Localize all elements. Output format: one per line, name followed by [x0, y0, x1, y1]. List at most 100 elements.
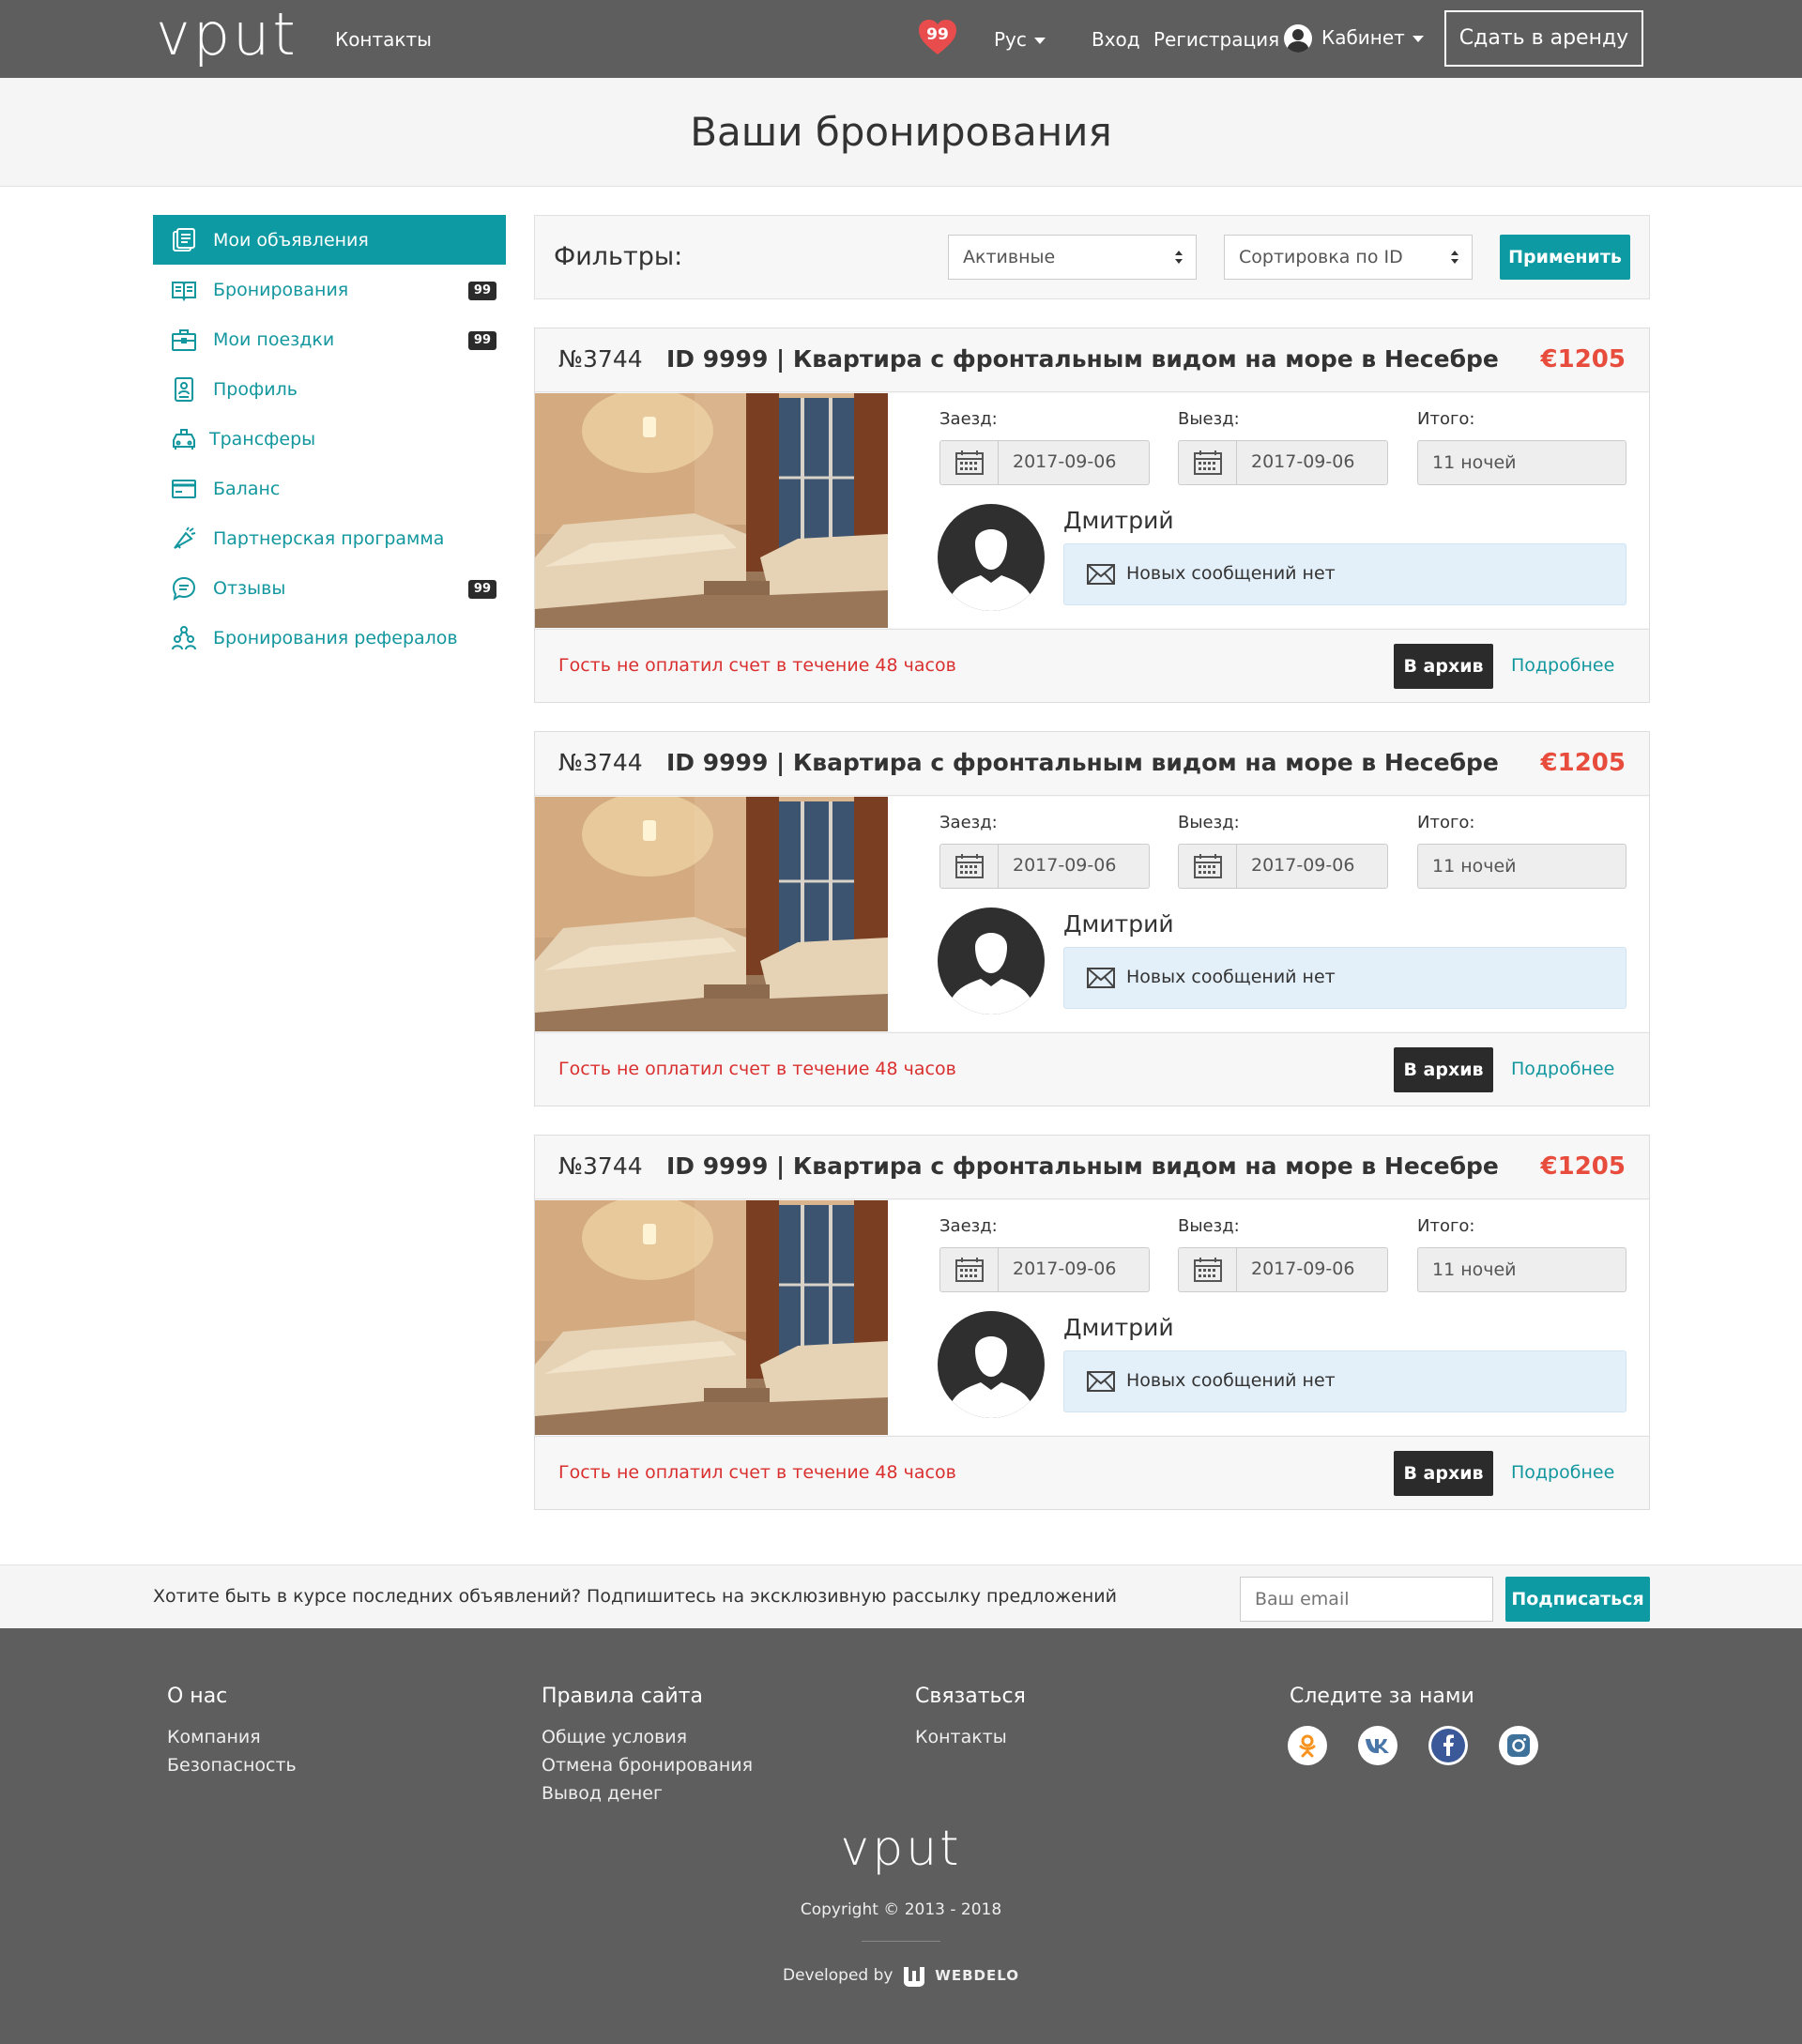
webdelo-logo-icon [903, 1967, 924, 1987]
taxi-icon [173, 429, 195, 450]
listing-photo[interactable] [535, 797, 888, 1031]
booking-card-header: №3744 ID 9999 | Квартира с фронтальным в… [535, 1136, 1649, 1199]
subscribe-button[interactable]: Подписаться [1505, 1577, 1650, 1622]
footer-divider [862, 1941, 940, 1942]
status-select[interactable]: Активные [948, 235, 1197, 280]
payment-warning: Гость не оплатил счет в течение 48 часов [558, 655, 956, 676]
vk-icon[interactable] [1358, 1726, 1397, 1765]
instagram-icon[interactable] [1499, 1726, 1538, 1765]
email-field[interactable] [1240, 1577, 1493, 1622]
favorites-count: 99 [926, 25, 949, 44]
messages-status: Новых сообщений нет [1126, 1370, 1336, 1391]
sidebar-item-bookings[interactable]: Бронирования 99 [153, 265, 506, 314]
booking-card-footer: Гость не оплатил счет в течение 48 часов… [535, 1436, 1649, 1509]
footer-heading: Правила сайта [542, 1685, 703, 1708]
sidebar-item-reviews[interactable]: Отзывы 99 [153, 563, 506, 613]
sidebar-item-transfers[interactable]: Трансферы [153, 414, 506, 464]
checkout-field[interactable]: 2017-09-06 [1178, 1247, 1388, 1292]
login-link[interactable]: Вход [1092, 27, 1140, 52]
messages-box[interactable]: Новых сообщений нет [1063, 947, 1626, 1009]
facebook-icon[interactable] [1428, 1726, 1468, 1765]
footer-link-contacts[interactable]: Контакты [915, 1723, 1026, 1751]
chat-icon [172, 576, 196, 602]
details-link[interactable]: Подробнее [1511, 655, 1614, 676]
checkout-field[interactable]: 2017-09-06 [1178, 440, 1388, 485]
listing-title[interactable]: ID 9999 | Квартира с фронтальным видом н… [666, 345, 1499, 373]
footer-col-rules: Правила сайта Общие условия Отмена брони… [542, 1685, 753, 1808]
sidebar-item-referral-bookings[interactable]: Бронирования рефералов [153, 613, 506, 663]
checkin-field[interactable]: 2017-09-06 [939, 1247, 1150, 1292]
favorites-button[interactable]: 99 [918, 19, 957, 56]
archive-button[interactable]: В архив [1394, 644, 1493, 689]
sidebar-item-partner-program[interactable]: Партнерская программа [153, 513, 506, 563]
register-link[interactable]: Регистрация [1153, 27, 1279, 52]
messages-box[interactable]: Новых сообщений нет [1063, 543, 1626, 605]
listing-title[interactable]: ID 9999 | Квартира с фронтальным видом н… [666, 749, 1499, 776]
footer-link-security[interactable]: Безопасность [167, 1751, 297, 1779]
booking-details: Заезд: Выезд: Итого: 2017-09-06 2017-09-… [888, 1200, 1649, 1435]
booking-card: №3744 ID 9999 | Квартира с фронтальным в… [534, 1135, 1650, 1510]
chevron-down-icon [1033, 38, 1046, 44]
copyright: Copyright © 2013 - 2018 [800, 1900, 1002, 1919]
developer-credit[interactable]: Developed by WEBDELO [0, 1963, 1802, 1988]
count-badge: 99 [467, 580, 496, 599]
apply-filters-button[interactable]: Применить [1500, 235, 1630, 280]
booking-card-header: №3744 ID 9999 | Квартира с фронтальным в… [535, 328, 1649, 392]
language-label: Рус [994, 28, 1027, 51]
chevron-down-icon [1412, 36, 1424, 42]
checkin-field[interactable]: 2017-09-06 [939, 844, 1150, 889]
archive-button[interactable]: В архив [1394, 1451, 1493, 1496]
messages-box[interactable]: Новых сообщений нет [1063, 1350, 1626, 1412]
booking-number: №3744 [558, 345, 643, 373]
checkin-field[interactable]: 2017-09-06 [939, 440, 1150, 485]
booking-card: №3744 ID 9999 | Квартира с фронтальным в… [534, 731, 1650, 1106]
booking-card-footer: Гость не оплатил счет в течение 48 часов… [535, 1032, 1649, 1106]
site-logo[interactable]: vput [156, 2, 298, 68]
footer-link-withdrawal[interactable]: Вывод денег [542, 1779, 753, 1808]
sidebar-item-my-trips[interactable]: Мои поездки 99 [153, 314, 506, 364]
footer-logo[interactable]: vput [0, 1821, 1802, 1877]
booking-card-footer: Гость не оплатил счет в течение 48 часов… [535, 629, 1649, 702]
sort-select[interactable]: Сортировка по ID [1224, 235, 1473, 280]
calendar-icon [1179, 1248, 1237, 1291]
sidebar-item-balance[interactable]: Баланс [153, 464, 506, 513]
total-nights-field: 11 ночей [1417, 844, 1626, 889]
megaphone-icon [174, 526, 196, 549]
details-link[interactable]: Подробнее [1511, 1462, 1614, 1483]
footer-link-company[interactable]: Компания [167, 1723, 297, 1751]
payment-warning: Гость не оплатил счет в течение 48 часов [558, 1462, 956, 1483]
calendar-icon [940, 1248, 999, 1291]
details-link[interactable]: Подробнее [1511, 1059, 1614, 1079]
suitcase-icon [172, 329, 196, 351]
sidebar-item-label: Трансферы [209, 428, 316, 450]
sidebar-item-label: Отзывы [213, 577, 286, 599]
listing-photo[interactable] [535, 1200, 888, 1435]
checkout-field[interactable]: 2017-09-06 [1178, 844, 1388, 889]
total-nights-field: 11 ночей [1417, 1247, 1626, 1292]
sidebar-item-my-listings[interactable]: Мои объявления [153, 215, 506, 265]
count-badge: 99 [467, 331, 496, 350]
total-label: Итого: [1417, 409, 1475, 429]
nav-contacts-link[interactable]: Контакты [335, 27, 432, 52]
guest-avatar [938, 908, 1045, 1014]
listing-photo[interactable] [535, 393, 888, 628]
footer-col-about: О нас Компания Безопасность [167, 1685, 297, 1779]
booking-number: №3744 [558, 749, 643, 776]
footer-link-terms[interactable]: Общие условия [542, 1723, 753, 1751]
user-avatar-icon[interactable] [1284, 24, 1312, 53]
odnoklassniki-icon[interactable] [1288, 1726, 1327, 1765]
listing-title[interactable]: ID 9999 | Квартира с фронтальным видом н… [666, 1152, 1499, 1180]
rent-out-button[interactable]: Сдать в аренду [1444, 10, 1643, 67]
cabinet-dropdown[interactable]: Кабинет [1321, 25, 1424, 50]
archive-button[interactable]: В архив [1394, 1047, 1493, 1092]
checkin-date: 2017-09-06 [1013, 855, 1117, 876]
sidebar-item-profile[interactable]: Профиль [153, 364, 506, 414]
language-dropdown[interactable]: Рус [994, 27, 1046, 52]
checkout-label: Выезд: [1178, 1216, 1240, 1236]
calendar-icon [940, 441, 999, 484]
calendar-icon [1179, 441, 1237, 484]
footer-link-cancellation[interactable]: Отмена бронирования [542, 1751, 753, 1779]
count-badge: 99 [467, 282, 496, 300]
status-select-value: Активные [963, 247, 1056, 267]
page-title: Ваши бронирования [690, 109, 1112, 155]
